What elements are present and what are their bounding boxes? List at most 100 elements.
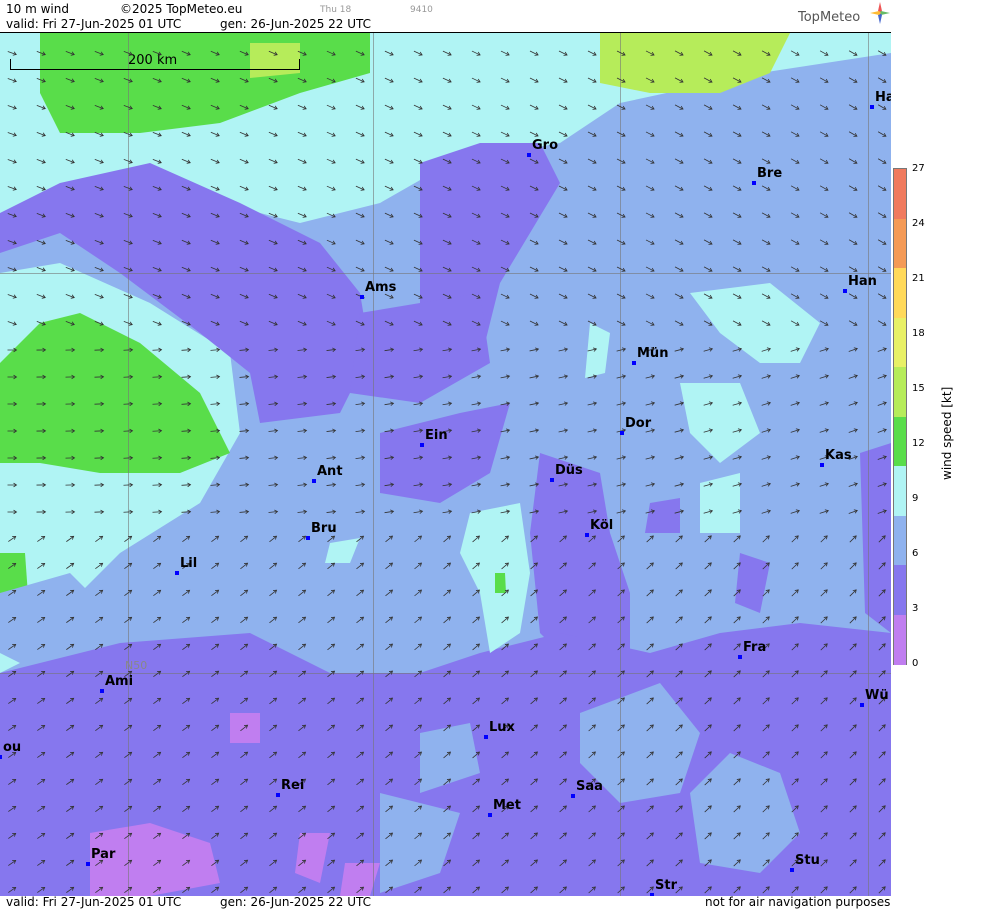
wind-arrow-icon bbox=[356, 724, 365, 732]
wind-arrow-icon bbox=[384, 77, 394, 83]
wind-arrow-icon bbox=[94, 428, 105, 434]
wind-arrow-icon bbox=[675, 805, 683, 813]
wind-arrow-icon bbox=[646, 724, 654, 732]
wind-arrow-icon bbox=[8, 886, 17, 893]
wind-arrow-icon bbox=[558, 77, 568, 83]
wind-arrow-icon bbox=[269, 643, 278, 651]
wind-arrow-icon bbox=[848, 131, 858, 137]
wind-arrow-icon bbox=[211, 832, 220, 840]
wind-arrow-icon bbox=[703, 293, 713, 299]
wind-arrow-icon bbox=[240, 589, 249, 597]
wind-arrow-icon bbox=[472, 562, 480, 570]
wind-arrow-icon bbox=[124, 805, 133, 812]
wind-arrow-icon bbox=[95, 886, 104, 893]
wind-arrow-icon bbox=[819, 293, 829, 299]
wind-arrow-icon bbox=[587, 455, 598, 460]
wind-arrow-icon bbox=[268, 131, 278, 137]
wind-arrow-icon bbox=[239, 185, 249, 191]
wind-arrow-icon bbox=[617, 778, 625, 786]
wind-arrow-icon bbox=[704, 778, 712, 786]
wind-arrow-icon bbox=[530, 562, 538, 570]
wind-arrow-icon bbox=[616, 401, 627, 406]
wind-arrow-icon bbox=[733, 859, 741, 867]
wind-arrow-icon bbox=[240, 751, 249, 759]
wind-arrow-icon bbox=[848, 374, 858, 379]
wind-arrow-icon bbox=[268, 374, 279, 380]
wind-arrow-icon bbox=[385, 589, 394, 597]
city-dot bbox=[632, 361, 636, 365]
wind-arrow-icon bbox=[587, 104, 597, 110]
wind-arrow-icon bbox=[326, 320, 336, 326]
wind-arrow-icon bbox=[211, 589, 220, 597]
wind-arrow-icon bbox=[820, 589, 828, 597]
wind-arrow-icon bbox=[7, 374, 18, 380]
wind-map[interactable]: N50 200 km GroBreHaAmsHanMünDorEinKasAnt… bbox=[0, 32, 891, 896]
wind-arrow-icon bbox=[675, 589, 683, 597]
city-label: Lux bbox=[489, 720, 515, 735]
wind-arrow-icon bbox=[124, 859, 133, 866]
wind-arrow-icon bbox=[414, 859, 423, 867]
wind-arrow-icon bbox=[791, 832, 799, 840]
wind-arrow-icon bbox=[878, 751, 886, 759]
wind-arrow-icon bbox=[530, 589, 538, 597]
wind-arrow-icon bbox=[297, 428, 308, 433]
wind-arrow-icon bbox=[443, 535, 452, 543]
wind-arrow-icon bbox=[298, 886, 307, 894]
wind-arrow-icon bbox=[268, 320, 278, 326]
wind-arrow-icon bbox=[674, 131, 684, 137]
wind-arrow-icon bbox=[559, 616, 567, 624]
wind-arrow-icon bbox=[762, 724, 770, 732]
wind-arrow-icon bbox=[791, 778, 799, 786]
wind-arrow-icon bbox=[327, 697, 336, 705]
wind-arrow-icon bbox=[36, 482, 47, 488]
city-dot bbox=[420, 443, 424, 447]
wind-arrow-icon bbox=[761, 239, 771, 245]
wind-arrow-icon bbox=[414, 562, 423, 570]
wind-arrow-icon bbox=[732, 77, 742, 83]
wind-arrow-icon bbox=[616, 50, 626, 56]
wind-arrow-icon bbox=[297, 320, 307, 326]
city-label: Str bbox=[655, 878, 677, 893]
wind-arrow-icon bbox=[848, 104, 858, 110]
wind-arrow-icon bbox=[327, 859, 336, 867]
wind-arrow-icon bbox=[587, 509, 598, 514]
wind-arrow-icon bbox=[732, 347, 743, 352]
wind-arrow-icon bbox=[616, 455, 627, 460]
wind-arrow-icon bbox=[472, 751, 480, 759]
wind-arrow-icon bbox=[414, 670, 423, 678]
wind-arrow-icon bbox=[646, 778, 654, 786]
wind-arrow-icon bbox=[211, 697, 220, 705]
wind-arrow-icon bbox=[211, 535, 220, 543]
wind-arrow-icon bbox=[500, 50, 510, 56]
wind-arrow-icon bbox=[326, 374, 337, 379]
wind-arrow-icon bbox=[703, 401, 714, 406]
wind-arrow-icon bbox=[355, 131, 365, 137]
wind-arrow-icon bbox=[211, 616, 220, 624]
wind-arrow-icon bbox=[791, 589, 799, 597]
wind-arrow-icon bbox=[94, 240, 104, 245]
wind-arrow-icon bbox=[384, 455, 395, 460]
wind-arrow-icon bbox=[471, 104, 481, 110]
wind-arrow-icon bbox=[790, 158, 800, 164]
wind-arrow-icon bbox=[703, 50, 713, 56]
wind-arrow-icon bbox=[152, 293, 162, 299]
wind-arrow-icon bbox=[356, 832, 365, 840]
wind-arrow-icon bbox=[66, 886, 75, 893]
wind-arrow-icon bbox=[530, 643, 538, 651]
wind-arrow-icon bbox=[559, 832, 567, 840]
wind-arrow-icon bbox=[298, 643, 307, 651]
wind-arrow-icon bbox=[675, 616, 683, 624]
wind-arrow-icon bbox=[385, 859, 394, 867]
wind-arrow-icon bbox=[297, 185, 307, 191]
wind-arrow-icon bbox=[819, 401, 829, 406]
wind-arrow-icon bbox=[704, 697, 712, 705]
wind-arrow-icon bbox=[588, 751, 596, 759]
day-code: Thu 18 bbox=[320, 5, 352, 15]
wind-arrow-icon bbox=[356, 751, 365, 759]
wind-arrow-icon bbox=[675, 535, 683, 543]
wind-arrow-icon bbox=[790, 320, 800, 326]
wind-arrow-icon bbox=[733, 643, 741, 651]
wind-arrow-icon bbox=[356, 886, 365, 894]
wind-arrow-icon bbox=[239, 266, 249, 272]
wind-arrow-icon bbox=[703, 482, 714, 487]
